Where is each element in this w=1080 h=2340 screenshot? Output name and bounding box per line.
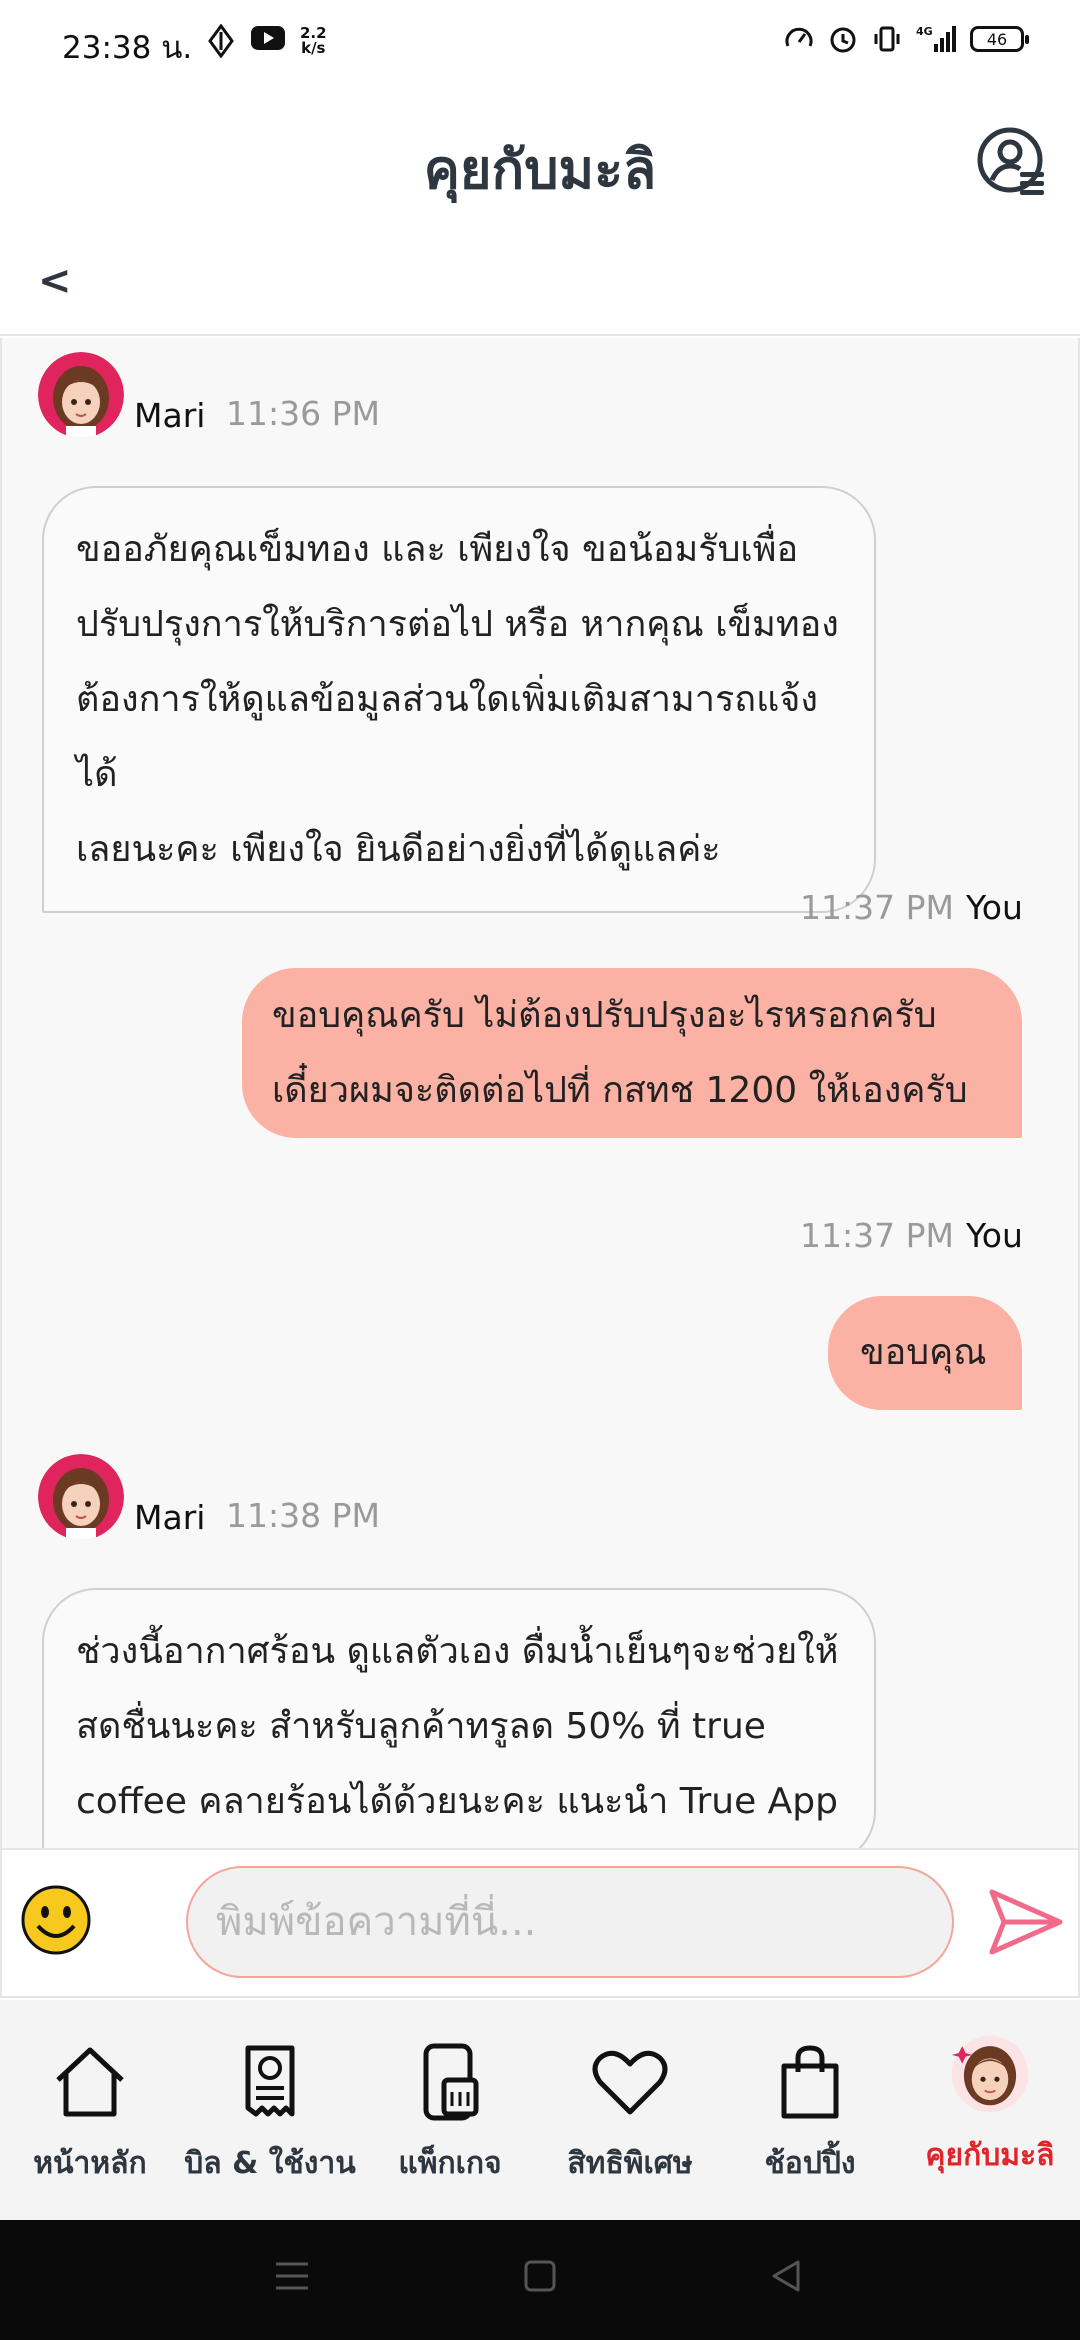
youtube-icon	[251, 26, 285, 50]
nav-item-shopping[interactable]: ช้อปปิ้ง	[720, 2042, 900, 2187]
bottom-navigation: หน้าหลัก บิล & ใช้งาน แพ็กเกจ สิทธิพิเศษ…	[0, 2000, 1080, 2220]
status-icons-right: 4G 46	[784, 24, 1029, 54]
message-line: ขออภัยคุณเข็มทอง และ เพียงใจ ขอน้อมรับเพ…	[76, 529, 799, 570]
message-sender: You	[966, 1216, 1023, 1255]
emoji-button[interactable]	[20, 1884, 92, 1956]
heart-icon	[592, 2050, 668, 2115]
nav-item-privileges[interactable]: สิทธิพิเศษ	[540, 2042, 720, 2187]
message-line: coffee คลายร้อนได้ด้วยนะคะ แนะนำ True Ap…	[76, 1781, 839, 1822]
package-sim-icon	[423, 2043, 479, 2121]
nav-label: ช้อปปิ้ง	[764, 2146, 856, 2181]
message-line: ต้องการให้ดูแลข้อมูลส่วนใดเพิ่มเติมสามาร…	[76, 679, 818, 795]
message-sender: You	[966, 888, 1023, 927]
recent-apps-icon[interactable]	[272, 2256, 312, 2296]
signal-4g-icon: 4G	[916, 25, 956, 52]
message-time: 11:37 PM	[800, 888, 954, 927]
message-time: 11:38 PM	[226, 1496, 380, 1535]
mari-avatar-icon	[38, 352, 124, 438]
outgoing-message-bubble: ขอบคุณครับ ไม่ต้องปรับปรุงอะไรหรอกครับ เ…	[242, 968, 1022, 1138]
message-time: 11:36 PM	[226, 394, 380, 433]
speedometer-icon	[785, 27, 813, 47]
network-speed: 2.2 k/s	[300, 24, 327, 57]
message-line: ขอบคุณ	[860, 1332, 987, 1373]
nav-label: บิล & ใช้งาน	[184, 2146, 356, 2181]
home-icon	[56, 2047, 124, 2117]
outgoing-message-bubble: ขอบคุณ	[828, 1296, 1022, 1410]
shopping-bag-icon	[781, 2045, 839, 2119]
nav-item-package[interactable]: แพ็กเกจ	[360, 2042, 540, 2187]
message-time: 11:37 PM	[800, 1216, 954, 1255]
status-time: 23:38 น.	[62, 30, 193, 66]
battery-indicator: 46	[970, 26, 1029, 52]
message-line: ปรับปรุงการให้บริการต่อไป หรือ หากคุณ เข…	[76, 604, 839, 645]
message-line: สดชื่นนะคะ สำหรับลูกค้าทรูลด 50% ที่ tru…	[76, 1706, 766, 1747]
back-triangle-icon[interactable]	[766, 2256, 806, 2296]
nav-item-home[interactable]: หน้าหลัก	[0, 2042, 180, 2187]
back-button[interactable]: <	[38, 258, 72, 304]
alarm-icon	[830, 27, 856, 53]
mari-avatar	[38, 1454, 124, 1540]
chat-area[interactable]: Mari 11:36 PM ขออภัยคุณเข็มทอง และ เพียง…	[0, 338, 1080, 1848]
message-line: เดี๋ยวผมจะติดต่อไปที่ กสทช 1200 ให้เองคร…	[272, 1070, 968, 1111]
mari-avatar-icon	[951, 2035, 1029, 2113]
bill-icon	[245, 2045, 295, 2117]
message-line: ขอบคุณครับ ไม่ต้องปรับปรุงอะไรหรอกครับ	[272, 995, 937, 1036]
status-bar: 23:38 น. 2.2 k/s 4G 46	[0, 0, 1080, 86]
nav-label: หน้าหลัก	[33, 2146, 147, 2181]
profile-menu-button[interactable]	[976, 126, 1048, 198]
nav-item-chat-mari[interactable]: คุยกับมะลิ	[900, 2035, 1080, 2179]
message-line: เลยนะคะ เพียงใจ ยินดีอย่างยิ่งที่ได้ดูแล…	[76, 829, 721, 870]
message-line: ช่วงนี้อากาศร้อน ดูแลตัวเอง ดื่มน้ำเย็นๆ…	[76, 1631, 839, 1672]
message-composer	[0, 1848, 1080, 1998]
system-navigation-bar	[0, 2220, 1080, 2340]
send-button[interactable]	[986, 1882, 1066, 1962]
message-input[interactable]	[186, 1866, 954, 1978]
navigation-arrow-icon	[208, 24, 234, 58]
vibrate-icon	[874, 26, 900, 52]
app-header: คุยกับมะลิ <	[0, 86, 1080, 336]
incoming-message-bubble: ขออภัยคุณเข็มทอง และ เพียงใจ ขอน้อมรับเพ…	[42, 486, 876, 913]
page-title: คุยกับมะลิ	[423, 138, 657, 201]
message-sender: Mari	[134, 1498, 206, 1537]
nav-label: สิทธิพิเศษ	[567, 2146, 693, 2181]
nav-label: แพ็กเกจ	[398, 2146, 502, 2181]
svg-text:4G: 4G	[916, 25, 933, 38]
mari-avatar	[38, 352, 124, 438]
nav-item-bill-usage[interactable]: บิล & ใช้งาน	[180, 2042, 360, 2187]
message-sender: Mari	[134, 396, 206, 435]
mari-avatar-icon	[38, 1454, 124, 1540]
incoming-message-bubble: ช่วงนี้อากาศร้อน ดูแลตัวเอง ดื่มน้ำเย็นๆ…	[42, 1588, 876, 1848]
nav-label: คุยกับมะลิ	[925, 2138, 1055, 2173]
home-square-icon[interactable]	[520, 2256, 560, 2296]
